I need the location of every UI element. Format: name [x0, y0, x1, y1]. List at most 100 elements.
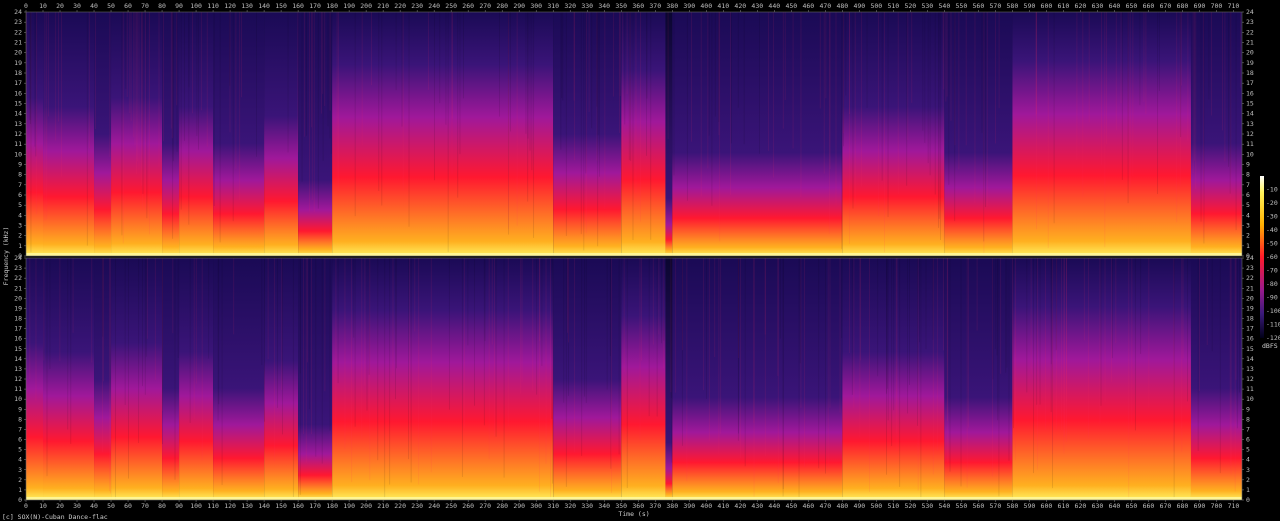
- y-tick-label: 19: [1246, 304, 1254, 312]
- x-tick-label: 660: [1143, 502, 1155, 510]
- x-tick-label: 500: [870, 502, 882, 510]
- y-tick-label: 16: [1246, 89, 1254, 97]
- y-tick-label: 12: [14, 375, 22, 383]
- y-tick-label: 17: [1246, 325, 1254, 333]
- x-tick-label: 390: [683, 502, 695, 510]
- x-tick-label: 310: [547, 2, 559, 10]
- colorbar-tick-label: -20: [1266, 199, 1278, 207]
- x-tick-label: 460: [802, 2, 814, 10]
- y-tick-label: 16: [14, 335, 22, 343]
- x-tick-label: 580: [1007, 2, 1019, 10]
- y-tick-label: 4: [18, 456, 22, 464]
- y-tick-label: 11: [1246, 140, 1254, 148]
- x-tick-label: 140: [258, 502, 270, 510]
- colorbar-tick-label: -90: [1266, 294, 1278, 302]
- x-tick-label: 540: [939, 2, 951, 10]
- x-tick-label: 260: [462, 2, 474, 10]
- y-tick-label: 10: [1246, 150, 1254, 158]
- x-tick-label: 260: [462, 502, 474, 510]
- x-tick-label: 360: [632, 502, 644, 510]
- y-tick-label: 7: [18, 181, 22, 189]
- x-tick-label: 290: [513, 502, 525, 510]
- x-tick-label: 530: [921, 2, 933, 10]
- x-tick-label: 70: [141, 502, 149, 510]
- x-tick-label: 400: [700, 2, 712, 10]
- x-tick-label: 420: [734, 2, 746, 10]
- x-tick-label: 580: [1007, 502, 1019, 510]
- y-tick-label: 8: [1246, 415, 1250, 423]
- y-tick-label: 3: [1246, 222, 1250, 230]
- x-tick-label: 440: [768, 502, 780, 510]
- y-tick-label: 2: [1246, 476, 1250, 484]
- x-tick-label: 270: [479, 2, 491, 10]
- x-tick-label: 70: [141, 2, 149, 10]
- x-tick-label: 80: [158, 502, 166, 510]
- y-tick-label: 20: [14, 49, 22, 57]
- x-tick-label: 400: [700, 502, 712, 510]
- x-tick-label: 710: [1228, 2, 1240, 10]
- x-tick-label: 440: [768, 2, 780, 10]
- x-tick-label: 650: [1126, 502, 1138, 510]
- x-tick-label: 640: [1109, 2, 1121, 10]
- x-tick-label: 490: [853, 502, 865, 510]
- x-tick-label: 320: [564, 502, 576, 510]
- spectrogram-segment: [213, 258, 265, 500]
- x-tick-label: 340: [598, 502, 610, 510]
- spectrogram-segment: [94, 12, 112, 256]
- x-tick-label: 360: [632, 2, 644, 10]
- x-tick-label: 450: [785, 502, 797, 510]
- x-tick-label: 390: [683, 2, 695, 10]
- y-tick-label: 11: [14, 140, 22, 148]
- y-tick-label: 0: [18, 496, 22, 504]
- y-tick-label: 14: [14, 355, 22, 363]
- x-tick-label: 660: [1143, 2, 1155, 10]
- x-tick-label: 10: [39, 502, 47, 510]
- y-tick-label: 5: [18, 446, 22, 454]
- x-tick-label: 130: [241, 502, 253, 510]
- x-tick-label: 500: [870, 2, 882, 10]
- spectrogram-segment: [298, 12, 333, 256]
- x-tick-label: 100: [190, 2, 202, 10]
- x-tick-label: 200: [360, 2, 372, 10]
- x-tick-label: 30: [73, 502, 81, 510]
- y-tick-label: 1: [1246, 242, 1250, 250]
- y-tick-label: 1: [18, 242, 22, 250]
- y-tick-label: 1: [1246, 486, 1250, 494]
- y-tick-label: 15: [14, 345, 22, 353]
- x-tick-label: 200: [360, 502, 372, 510]
- x-tick-label: 460: [802, 502, 814, 510]
- y-tick-label: 15: [1246, 100, 1254, 108]
- colorbar-tick-label: -30: [1266, 213, 1278, 221]
- spectrogram-segment: [162, 258, 180, 500]
- y-tick-label: 3: [18, 466, 22, 474]
- x-tick-label: 520: [904, 2, 916, 10]
- y-tick-label: 13: [14, 120, 22, 128]
- x-tick-label: 90: [175, 502, 183, 510]
- y-tick-label: 22: [14, 274, 22, 282]
- y-tick-label: 2: [18, 232, 22, 240]
- x-tick-label: 700: [1211, 2, 1223, 10]
- colorbar-tick-label: -80: [1266, 280, 1278, 288]
- x-tick-label: 110: [207, 2, 219, 10]
- y-tick-label: 20: [14, 294, 22, 302]
- y-tick-label: 7: [1246, 425, 1250, 433]
- x-tick-label: 710: [1228, 502, 1240, 510]
- y-tick-label: 8: [18, 171, 22, 179]
- y-tick-label: 1: [18, 486, 22, 494]
- y-tick-label: 22: [1246, 28, 1254, 36]
- x-tick-label: 350: [615, 2, 627, 10]
- x-tick-label: 130: [241, 2, 253, 10]
- x-tick-label: 150: [275, 2, 287, 10]
- x-tick-label: 300: [530, 2, 542, 10]
- x-tick-label: 610: [1058, 2, 1070, 10]
- x-tick-label: 370: [649, 502, 661, 510]
- footer-label: [c] SOX(N)-Cuban Dance-flac: [2, 513, 108, 521]
- x-tick-label: 620: [1075, 502, 1087, 510]
- x-tick-label: 590: [1024, 502, 1036, 510]
- spectrogram-segment: [842, 12, 945, 256]
- x-tick-label: 180: [326, 502, 338, 510]
- y-tick-label: 5: [1246, 201, 1250, 209]
- y-axis-label: Frequency (kHz): [2, 227, 10, 286]
- y-tick-label: 15: [14, 100, 22, 108]
- x-tick-label: 220: [394, 502, 406, 510]
